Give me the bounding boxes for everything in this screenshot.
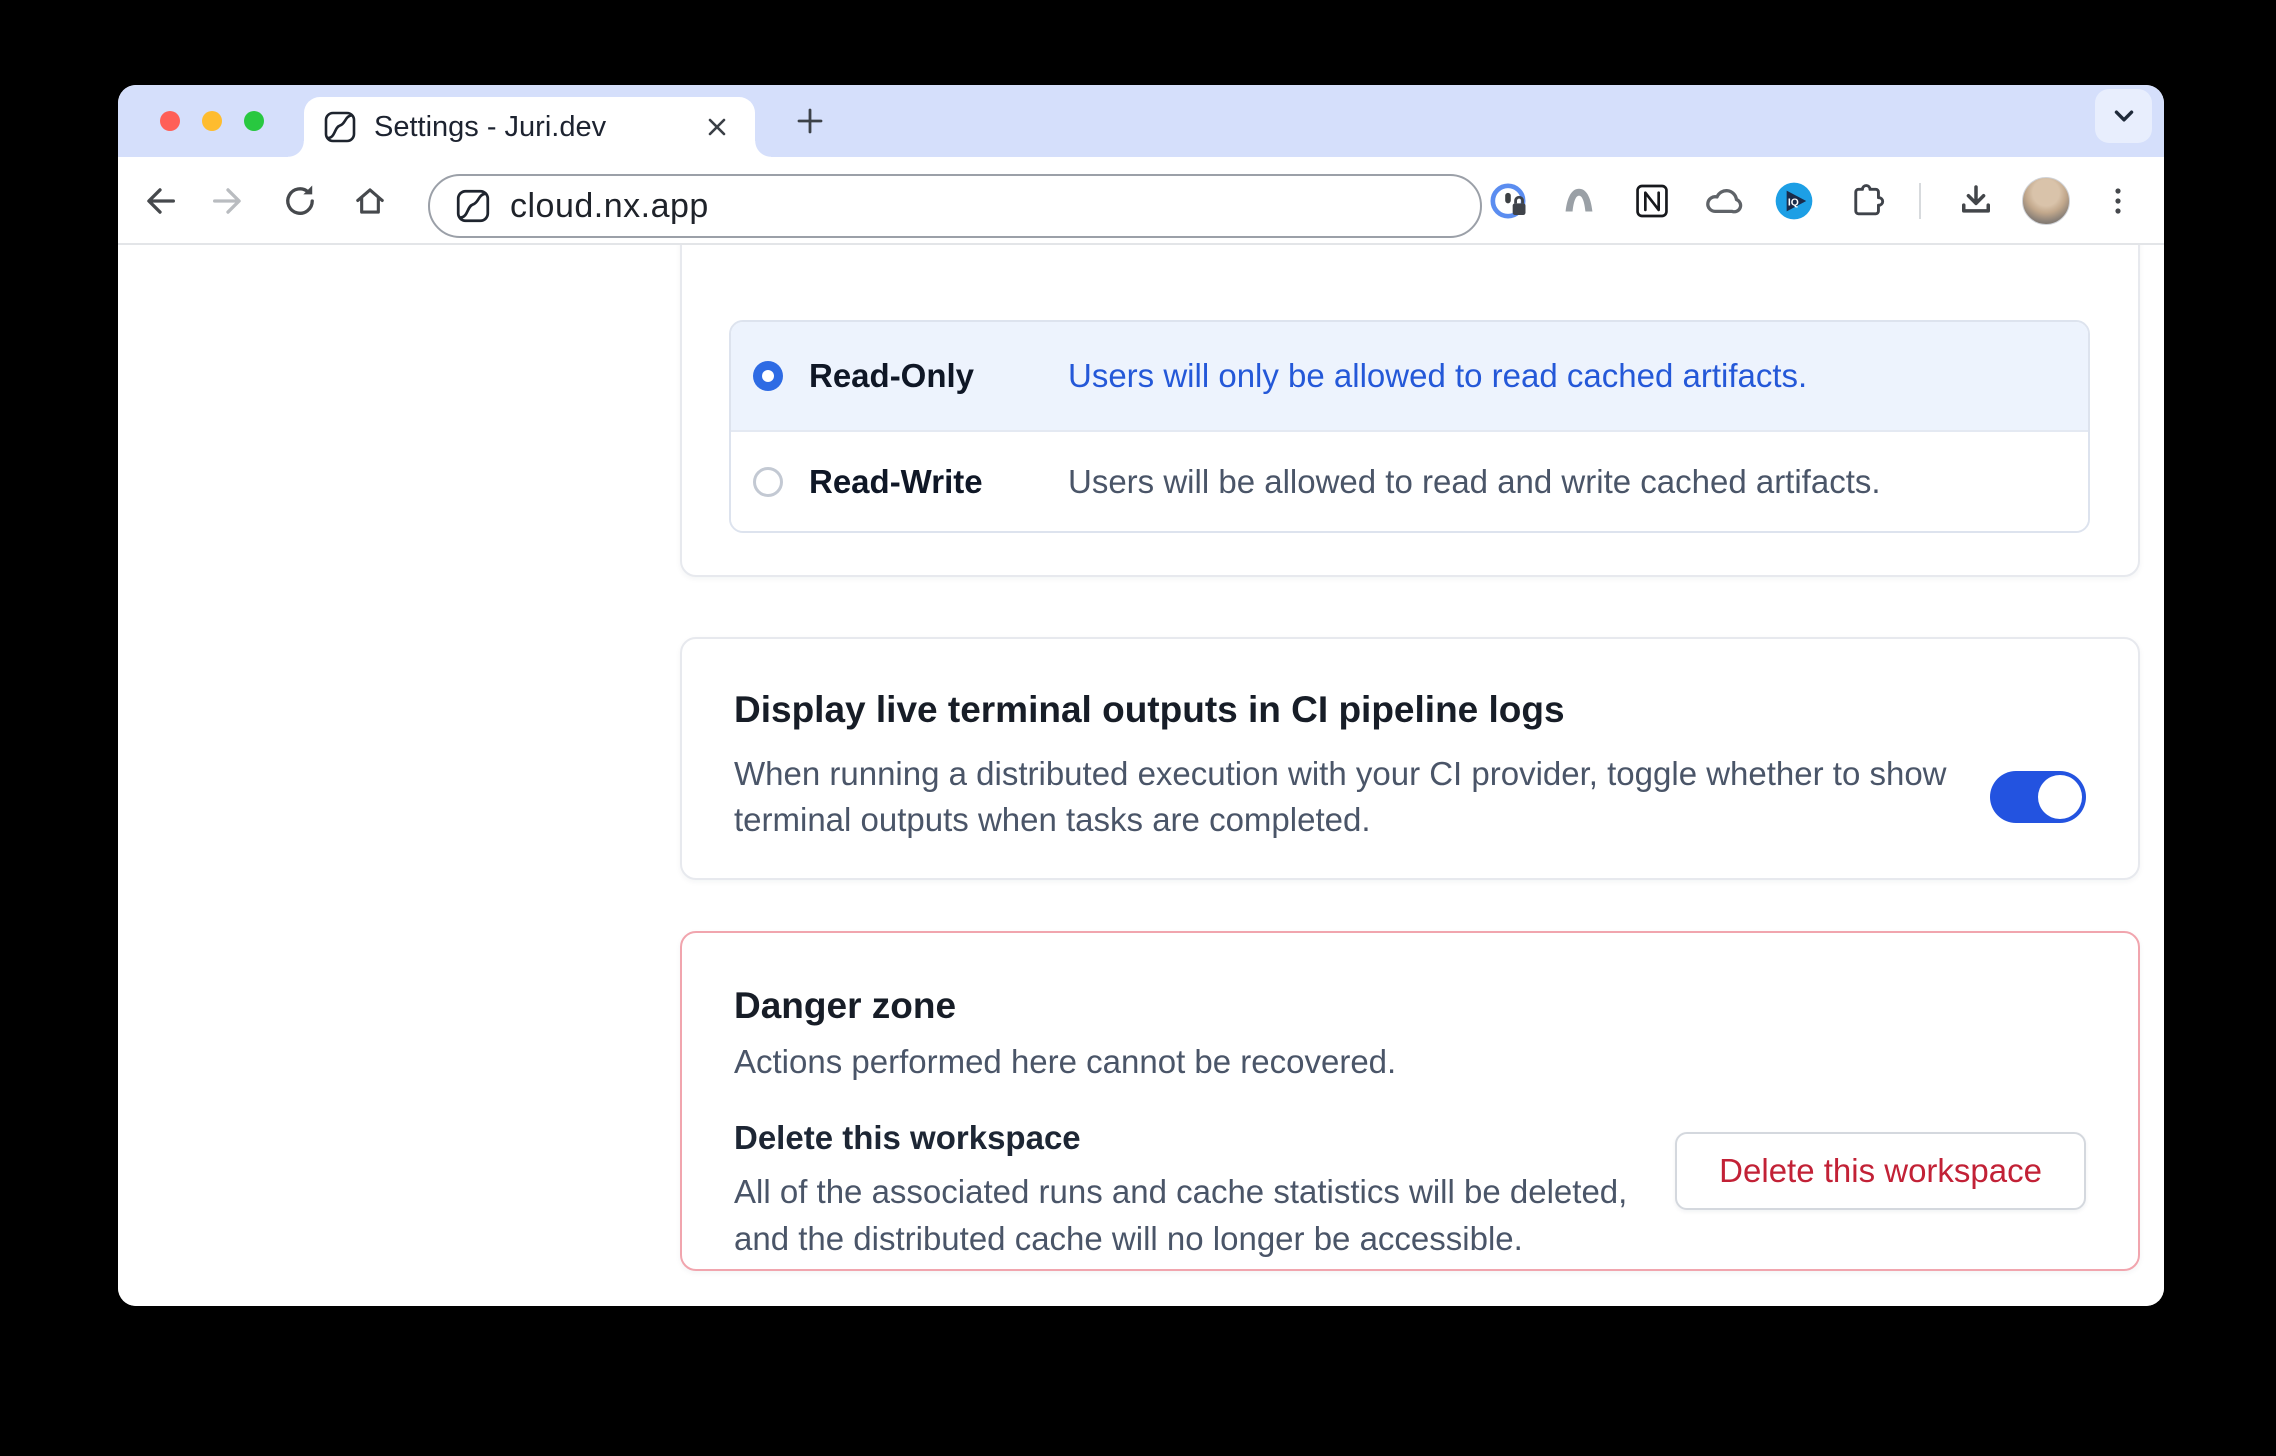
danger-zone-title: Danger zone bbox=[734, 985, 2086, 1027]
1password-icon[interactable] bbox=[1480, 173, 1536, 229]
terminal-output-card: Display live terminal outputs in CI pipe… bbox=[680, 637, 2140, 880]
reload-icon[interactable] bbox=[272, 173, 328, 229]
home-icon[interactable] bbox=[342, 173, 398, 229]
svg-text:IQ: IQ bbox=[1788, 197, 1799, 208]
terminal-card-title: Display live terminal outputs in CI pipe… bbox=[734, 689, 2086, 731]
browser-toolbar: cloud.nx.app IQ bbox=[118, 157, 2164, 245]
read-only-label: Read-Only bbox=[809, 357, 1068, 395]
read-only-description: Users will only be allowed to read cache… bbox=[1068, 357, 1807, 395]
delete-workspace-description: All of the associated runs and cache sta… bbox=[734, 1169, 1634, 1263]
notion-icon[interactable] bbox=[1624, 173, 1680, 229]
back-icon[interactable] bbox=[132, 173, 188, 229]
forward-icon[interactable] bbox=[200, 173, 256, 229]
settings-page: token? Learn more. Read-Only Users will … bbox=[118, 157, 2164, 1306]
radio-row-read-write[interactable]: Read-Write Users will be allowed to read… bbox=[731, 430, 2088, 531]
nx-cloud-site-icon bbox=[454, 187, 492, 225]
radio-row-read-only[interactable]: Read-Only Users will only be allowed to … bbox=[731, 322, 2088, 430]
tab-close-icon[interactable] bbox=[697, 107, 737, 147]
terminal-toggle[interactable] bbox=[1990, 771, 2086, 823]
delete-workspace-button[interactable]: Delete this workspace bbox=[1675, 1132, 2086, 1210]
nx-cloud-favicon-icon bbox=[322, 109, 358, 145]
profile-avatar[interactable] bbox=[2022, 177, 2070, 225]
close-window-button[interactable] bbox=[160, 111, 180, 131]
read-only-radio[interactable] bbox=[753, 361, 783, 391]
iq-player-icon[interactable]: IQ bbox=[1766, 173, 1822, 229]
browser-window: Settings - Juri.dev clo bbox=[118, 85, 2164, 1306]
access-level-radio-group: Read-Only Users will only be allowed to … bbox=[729, 320, 2090, 533]
address-bar[interactable]: cloud.nx.app bbox=[428, 174, 1482, 238]
danger-zone-card: Danger zone Actions performed here canno… bbox=[680, 931, 2140, 1271]
read-write-radio[interactable] bbox=[753, 467, 783, 497]
tab-settings[interactable]: Settings - Juri.dev bbox=[304, 97, 755, 157]
zoom-window-button[interactable] bbox=[244, 111, 264, 131]
new-tab-button[interactable] bbox=[786, 97, 834, 145]
tab-strip: Settings - Juri.dev bbox=[118, 85, 2164, 157]
nordvpn-icon[interactable] bbox=[1551, 173, 1607, 229]
read-write-label: Read-Write bbox=[809, 463, 1068, 501]
toggle-knob bbox=[2038, 775, 2082, 819]
downloads-icon[interactable] bbox=[1948, 173, 2004, 229]
danger-zone-subtitle: Actions performed here cannot be recover… bbox=[734, 1043, 2086, 1081]
kebab-menu-icon[interactable] bbox=[2090, 173, 2146, 229]
extensions-puzzle-icon[interactable] bbox=[1840, 173, 1896, 229]
url-text: cloud.nx.app bbox=[510, 187, 709, 226]
minimize-window-button[interactable] bbox=[202, 111, 222, 131]
toolbar-divider bbox=[1919, 183, 1921, 219]
cloud-icon[interactable] bbox=[1695, 173, 1751, 229]
read-write-description: Users will be allowed to read and write … bbox=[1068, 463, 1881, 501]
tab-title: Settings - Juri.dev bbox=[374, 111, 697, 144]
tab-search-chevron-button[interactable] bbox=[2095, 89, 2152, 143]
terminal-card-description: When running a distributed execution wit… bbox=[734, 751, 1974, 843]
